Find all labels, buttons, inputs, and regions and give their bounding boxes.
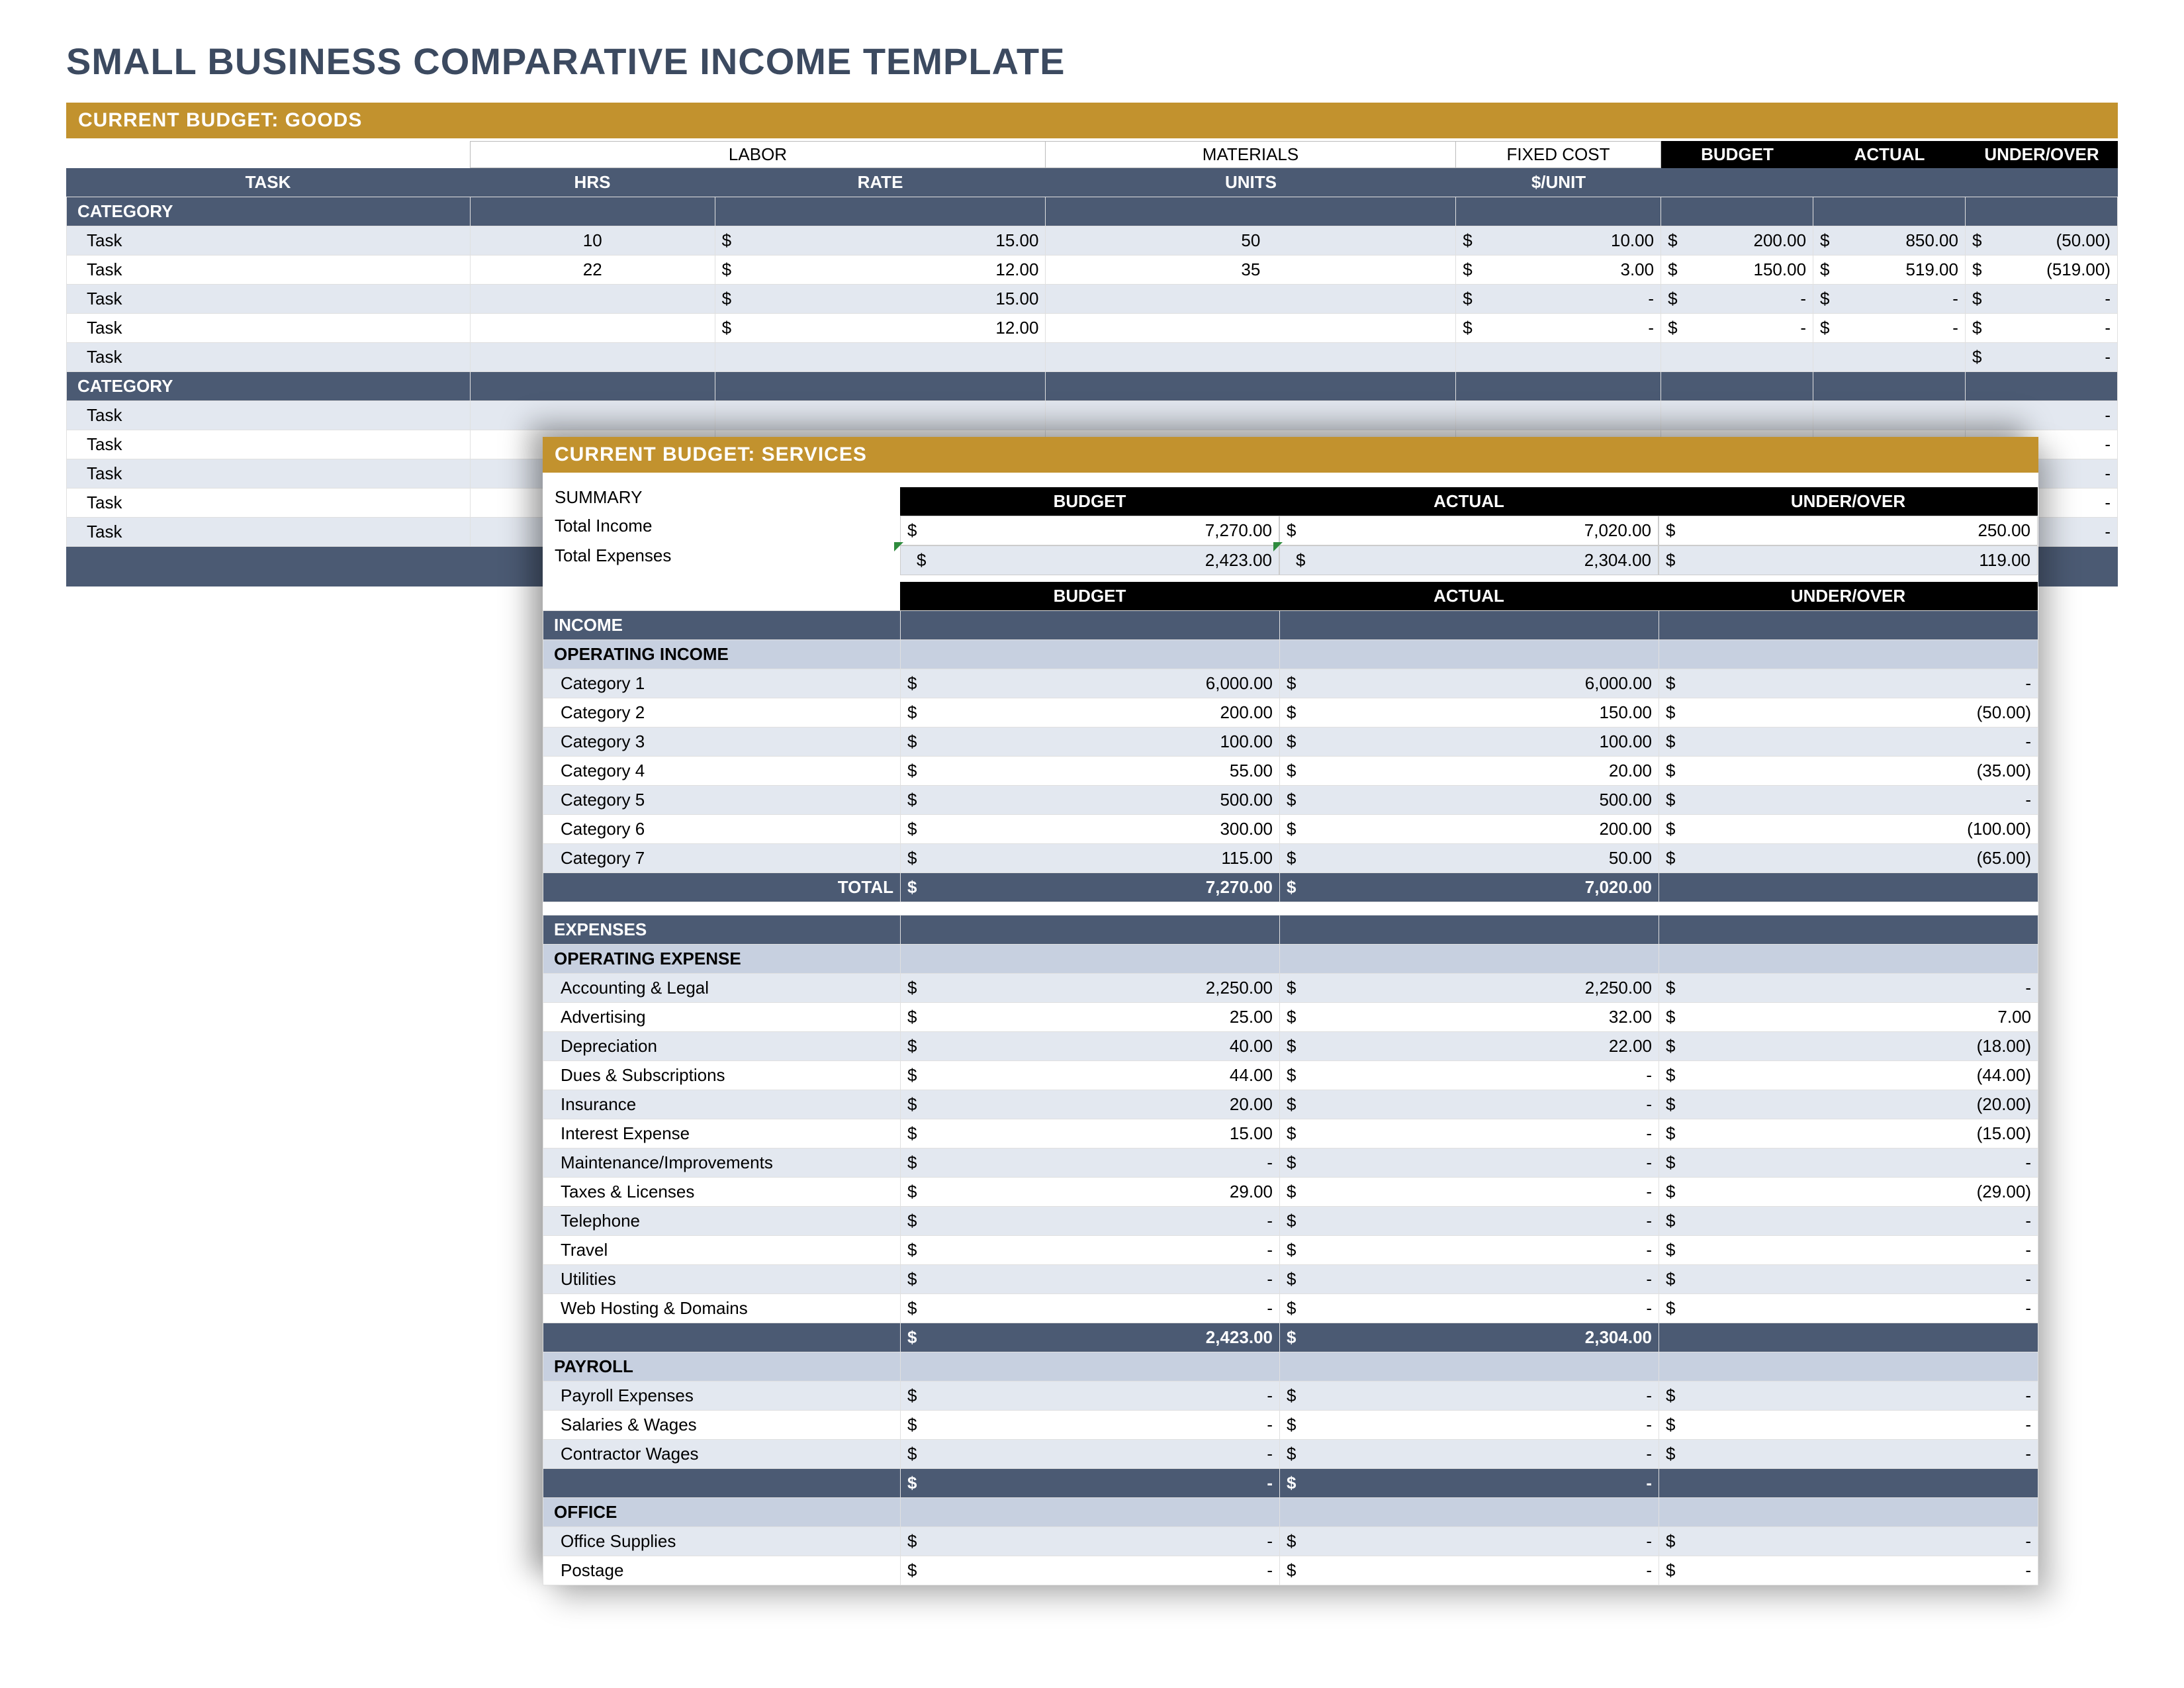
services-income-row[interactable]: Category 3$100.00$100.00$-: [543, 727, 2038, 757]
services-summary-header: SUMMARY BUDGET ACTUAL UNDER/OVER: [543, 487, 2038, 516]
services-head2-actual: ACTUAL: [1279, 582, 1659, 610]
goods-row[interactable]: Task $-: [67, 343, 2118, 372]
services-expense-row[interactable]: Travel$-$-$-: [543, 1236, 2038, 1265]
services-expense-row[interactable]: Telephone$-$-$-: [543, 1207, 2038, 1236]
services-income-band: INCOME: [543, 611, 2038, 640]
services-expense-row[interactable]: Web Hosting & Domains$-$-$-: [543, 1294, 2038, 1323]
goods-head-budget: BUDGET: [1661, 141, 1813, 168]
services-income-row[interactable]: Category 5$500.00$500.00$-: [543, 786, 2038, 815]
services-expense-row[interactable]: Utilities$-$-$-: [543, 1265, 2038, 1294]
goods-row[interactable]: Task $12.00 $- $- $- $-: [67, 314, 2118, 343]
services-payroll-row[interactable]: Payroll Expenses$-$-$-: [543, 1382, 2038, 1411]
services-expense-row[interactable]: Taxes & Licenses$29.00$-$(29.00): [543, 1178, 2038, 1207]
services-office-row[interactable]: Office Supplies$-$-$-: [543, 1527, 2038, 1556]
services-section-bar: CURRENT BUDGET: SERVICES: [543, 437, 2038, 473]
services-expense-row[interactable]: Insurance$20.00$-$(20.00): [543, 1090, 2038, 1119]
spacer: [543, 902, 2038, 915]
goods-head-punit: $/UNIT: [1456, 168, 1661, 197]
goods-row[interactable]: Task -: [67, 401, 2118, 430]
services-total-row: TOTAL$7,270.00$7,020.00: [543, 873, 2038, 902]
goods-head-hrs: HRS: [470, 168, 715, 197]
services-income-row[interactable]: Category 2$200.00$150.00$(50.00): [543, 698, 2038, 727]
goods-row[interactable]: Task $15.00 $- $- $- $-: [67, 285, 2118, 314]
goods-section-bar: CURRENT BUDGET: GOODS: [66, 103, 2118, 138]
services-total-row: $2,423.00$2,304.00: [543, 1323, 2038, 1352]
goods-head-under: UNDER/OVER: [1966, 141, 2118, 168]
services-table: INCOMEOPERATING INCOMECategory 1$6,000.0…: [543, 610, 2038, 1585]
goods-header-row1: LABOR MATERIALS FIXED COST BUDGET ACTUAL…: [66, 141, 2118, 168]
services-expenses-band: EXPENSES: [543, 915, 2038, 945]
services-expense-row[interactable]: Maintenance/Improvements$-$-$-: [543, 1149, 2038, 1178]
services-payroll-sub: PAYROLL: [543, 1352, 2038, 1382]
services-income-sub: OPERATING INCOME: [543, 640, 2038, 669]
services-summary-label: SUMMARY: [543, 487, 900, 516]
services-income-row[interactable]: Category 7$115.00$50.00$(65.00): [543, 844, 2038, 873]
goods-row[interactable]: Task 10 $15.00 50 $10.00 $200.00 $850.00…: [67, 226, 2118, 256]
services-payroll-row[interactable]: Salaries & Wages$-$-$-: [543, 1411, 2038, 1440]
services-table-header: BUDGET ACTUAL UNDER/OVER: [543, 582, 2038, 610]
services-head-budget: BUDGET: [900, 487, 1279, 516]
services-summary-row[interactable]: Total Expenses $2,423.00 $2,304.00 $119.…: [543, 545, 2038, 575]
services-expense-row[interactable]: Accounting & Legal$2,250.00$2,250.00$-: [543, 974, 2038, 1003]
services-income-row[interactable]: Category 6$300.00$200.00$(100.00): [543, 815, 2038, 844]
services-head-actual: ACTUAL: [1279, 487, 1659, 516]
goods-head-labor: LABOR: [470, 141, 1046, 168]
page-title: SMALL BUSINESS COMPARATIVE INCOME TEMPLA…: [66, 40, 2118, 83]
goods-head-materials: MATERIALS: [1046, 141, 1456, 168]
goods-head-units: UNITS: [1046, 168, 1456, 197]
services-income-row[interactable]: Category 4$55.00$20.00$(35.00): [543, 757, 2038, 786]
services-summary-row[interactable]: Total Income $7,270.00 $7,020.00 $250.00: [543, 516, 2038, 545]
services-head2-under: UNDER/OVER: [1659, 582, 2038, 610]
goods-head-fixed: FIXED COST: [1456, 141, 1661, 168]
goods-category-row: CATEGORY: [67, 372, 2118, 401]
goods-head-rate: RATE: [715, 168, 1046, 197]
services-total-row: $-$-: [543, 1469, 2038, 1498]
services-head-under: UNDER/OVER: [1659, 487, 2038, 516]
services-panel: CURRENT BUDGET: SERVICES SUMMARY BUDGET …: [543, 437, 2038, 1585]
services-expense-row[interactable]: Advertising$25.00$32.00$7.00: [543, 1003, 2038, 1032]
goods-category-row: CATEGORY: [67, 197, 2118, 226]
goods-row[interactable]: Task 22 $12.00 35 $3.00 $150.00 $519.00 …: [67, 256, 2118, 285]
services-expense-row[interactable]: Interest Expense$15.00$-$(15.00): [543, 1119, 2038, 1149]
services-head2-budget: BUDGET: [900, 582, 1279, 610]
services-expense-row[interactable]: Depreciation$40.00$22.00$(18.00): [543, 1032, 2038, 1061]
services-office-sub: OFFICE: [543, 1498, 2038, 1527]
goods-head-actual: ACTUAL: [1813, 141, 1966, 168]
services-income-row[interactable]: Category 1$6,000.00$6,000.00$-: [543, 669, 2038, 698]
services-payroll-row[interactable]: Contractor Wages$-$-$-: [543, 1440, 2038, 1469]
services-office-row[interactable]: Postage$-$-$-: [543, 1556, 2038, 1585]
services-expenses-sub: OPERATING EXPENSE: [543, 945, 2038, 974]
goods-header-row2: TASK HRS RATE UNITS $/UNIT: [66, 168, 2118, 197]
services-expense-row[interactable]: Dues & Subscriptions$44.00$-$(44.00): [543, 1061, 2038, 1090]
goods-head-task: TASK: [66, 168, 470, 197]
